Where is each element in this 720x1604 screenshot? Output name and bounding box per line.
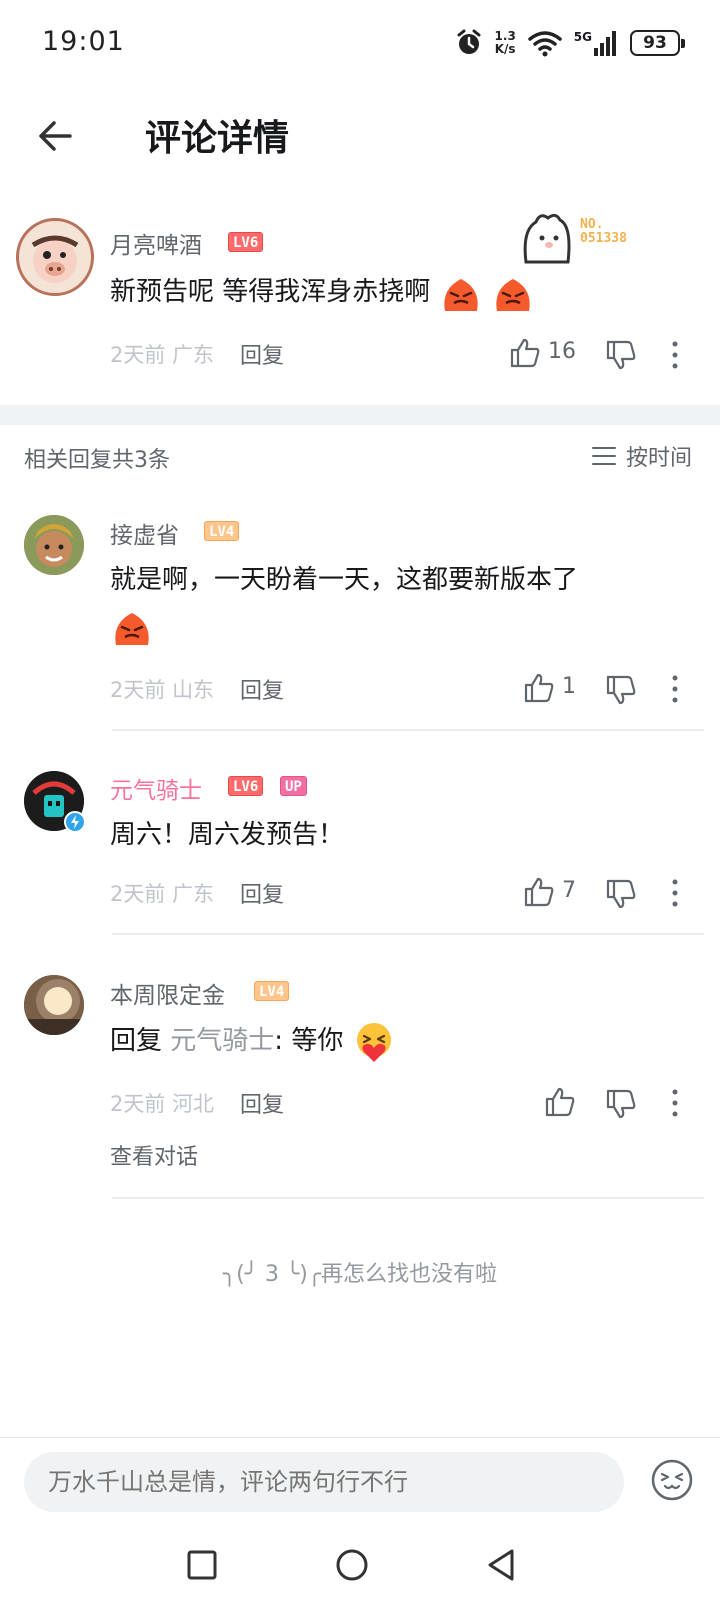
level-badge: LV6 bbox=[228, 776, 264, 796]
reply-target-username[interactable]: 元气骑士 bbox=[170, 1026, 274, 1056]
sort-lines-icon bbox=[591, 447, 616, 465]
comment-input-bar bbox=[0, 1437, 720, 1537]
home-circle-icon[interactable] bbox=[332, 1545, 372, 1585]
more-options-icon[interactable] bbox=[670, 878, 680, 908]
pig-avatar-icon bbox=[31, 235, 79, 283]
comment-text: 回复 元气骑士: 等你 bbox=[110, 1018, 396, 1064]
thumbs-up-icon[interactable] bbox=[543, 1085, 577, 1119]
fan-number-sticker: NO. 051338 bbox=[518, 210, 658, 270]
comment-input[interactable] bbox=[24, 1452, 624, 1512]
recent-apps-square-icon[interactable] bbox=[182, 1545, 222, 1585]
like-count: 7 bbox=[562, 878, 576, 903]
more-options-icon[interactable] bbox=[670, 340, 680, 370]
avatar[interactable] bbox=[24, 975, 84, 1035]
replies-count: 相关回复共3条 bbox=[24, 448, 170, 473]
angry-blob-emoji-icon bbox=[496, 278, 530, 311]
sort-label: 按时间 bbox=[625, 446, 692, 471]
section-divider bbox=[0, 405, 720, 425]
battery-level: 93 bbox=[643, 33, 667, 53]
reply-prefix: 回复 bbox=[110, 1026, 163, 1056]
comment-location: 山东 bbox=[172, 678, 215, 702]
warrior-avatar-icon bbox=[24, 515, 84, 575]
comment-meta: 2天前 河北 bbox=[110, 1088, 214, 1118]
net-speed: 1.3 K/s bbox=[495, 30, 516, 56]
heart-hug-face-emoji-icon bbox=[356, 1022, 391, 1062]
sort-button[interactable]: 按时间 bbox=[591, 438, 692, 474]
like-count: 16 bbox=[548, 339, 576, 364]
page-title: 评论详情 bbox=[145, 118, 290, 159]
comment-meta: 2天前 广东 bbox=[110, 339, 214, 369]
comment-text: 周六！周六发预告！ bbox=[110, 820, 345, 850]
thumbs-down-icon[interactable] bbox=[604, 338, 638, 372]
header: 评论详情 bbox=[0, 90, 720, 180]
thumbs-down-icon[interactable] bbox=[604, 673, 638, 707]
thumbs-down-icon[interactable] bbox=[604, 877, 638, 911]
sticker-number: 051338 bbox=[580, 231, 627, 246]
comment-time: 2天前 bbox=[110, 678, 166, 702]
comment-text: 就是啊，一天盼着一天，这都要新版本了 bbox=[110, 557, 690, 649]
comment-body: 就是啊，一天盼着一天，这都要新版本了 bbox=[110, 565, 579, 595]
reply-button[interactable]: 回复 bbox=[240, 877, 284, 909]
angry-blob-emoji-icon bbox=[115, 612, 149, 645]
comment-text: 新预告呢 等得我浑身赤挠啊 bbox=[110, 269, 535, 315]
status-icons: 1.3 K/s 5G 93 bbox=[455, 26, 685, 60]
verified-lightning-icon bbox=[64, 811, 86, 833]
level-badge: LV6 bbox=[228, 232, 264, 252]
reply-separator bbox=[112, 729, 704, 731]
battery-icon: 93 bbox=[630, 30, 685, 56]
lamp-avatar-icon bbox=[24, 975, 84, 1035]
replies-header: 相关回复共3条 按时间 bbox=[0, 438, 720, 478]
reply-button[interactable]: 回复 bbox=[240, 1087, 284, 1119]
comment-time: 2天前 bbox=[110, 343, 166, 367]
up-badge: UP bbox=[280, 776, 307, 796]
net-speed-unit: K/s bbox=[494, 42, 516, 56]
end-of-list-hint: ╮(╯ 3 ╰)╭再怎么找也没有啦 bbox=[222, 1262, 498, 1287]
reply-separator bbox=[112, 933, 704, 935]
main-comment: 月亮啤酒 LV6 NO. 051338 新预告呢 等得我浑身赤挠啊 2天前 广东… bbox=[0, 210, 720, 405]
thumbs-down-icon[interactable] bbox=[604, 1087, 638, 1121]
avatar[interactable] bbox=[24, 771, 86, 833]
thumbs-up-icon[interactable] bbox=[522, 875, 556, 909]
network-type: 5G bbox=[573, 30, 592, 44]
wifi-icon bbox=[528, 31, 562, 57]
status-bar: 19:01 1.3 K/s 5G 93 bbox=[0, 0, 720, 90]
reply-separator bbox=[112, 1197, 704, 1199]
bear-sticker-icon bbox=[523, 213, 571, 264]
system-nav-bar bbox=[0, 1537, 720, 1604]
username[interactable]: 本周限定金 bbox=[110, 976, 225, 1010]
comment-meta: 2天前 山东 bbox=[110, 674, 214, 704]
comment-location: 广东 bbox=[172, 343, 215, 367]
avatar[interactable] bbox=[24, 515, 84, 575]
angry-blob-emoji-icon bbox=[443, 278, 478, 311]
comment-meta: 2天前 广东 bbox=[110, 878, 214, 908]
username[interactable]: 月亮啤酒 bbox=[110, 226, 202, 260]
reply-button[interactable]: 回复 bbox=[240, 673, 284, 705]
back-triangle-icon[interactable] bbox=[482, 1545, 522, 1585]
comment-time: 2天前 bbox=[110, 1092, 166, 1116]
thumbs-up-icon[interactable] bbox=[508, 336, 542, 370]
reply-button[interactable]: 回复 bbox=[240, 338, 284, 370]
sticker-label: NO. bbox=[580, 217, 604, 232]
comment-time: 2天前 bbox=[110, 882, 166, 906]
comment-body: 新预告呢 等得我浑身赤挠啊 bbox=[110, 277, 431, 307]
cellular-signal-icon: 5G bbox=[574, 30, 618, 56]
comment-location: 广东 bbox=[172, 882, 215, 906]
status-time: 19:01 bbox=[42, 26, 125, 57]
like-count: 1 bbox=[562, 674, 576, 699]
username[interactable]: 接虚省 bbox=[110, 516, 179, 550]
more-options-icon[interactable] bbox=[670, 1088, 680, 1118]
avatar[interactable] bbox=[16, 218, 94, 296]
comment-body: : 等你 bbox=[274, 1026, 344, 1056]
more-options-icon[interactable] bbox=[670, 674, 680, 704]
level-badge: LV4 bbox=[254, 981, 290, 1001]
alarm-icon bbox=[457, 29, 481, 54]
emoji-face-icon[interactable] bbox=[650, 1458, 694, 1502]
thumbs-up-icon[interactable] bbox=[522, 671, 556, 705]
back-arrow-icon[interactable] bbox=[34, 114, 78, 158]
comment-location: 河北 bbox=[172, 1092, 215, 1116]
view-dialog-link[interactable]: 查看对话 bbox=[110, 1139, 198, 1171]
username[interactable]: 元气骑士 bbox=[110, 771, 202, 805]
level-badge: LV4 bbox=[204, 521, 240, 541]
